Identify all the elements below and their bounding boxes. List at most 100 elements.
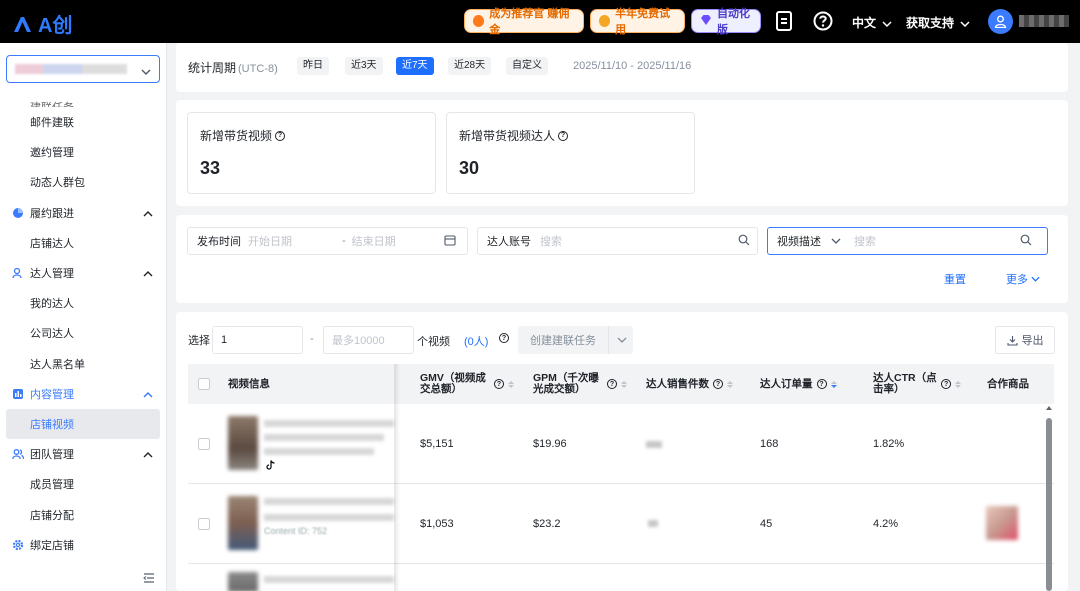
- search-icon[interactable]: [1020, 234, 1032, 249]
- selected-count: (0人): [464, 336, 489, 348]
- help-icon[interactable]: [813, 11, 833, 31]
- automation-version-button[interactable]: 自动化版: [691, 8, 761, 36]
- more-filters-button[interactable]: 更多: [1006, 271, 1040, 287]
- user-name-redacted: [1019, 15, 1069, 27]
- export-button[interactable]: 导出: [995, 326, 1055, 354]
- sidebar-item-shop-allocation[interactable]: 店铺分配: [0, 499, 166, 529]
- chevron-down-icon: [960, 16, 970, 30]
- description-search-input[interactable]: 搜索: [854, 233, 1020, 249]
- video-thumbnail[interactable]: [228, 416, 258, 470]
- period-chip-3days[interactable]: 近3天: [345, 57, 383, 75]
- sidebar-item-my-creators[interactable]: 我的达人: [0, 288, 166, 318]
- sidebar-item-outreach-task[interactable]: 建联任务: [0, 87, 166, 107]
- help-icon[interactable]: ?: [499, 333, 509, 343]
- table-row[interactable]: Content ID: 752 $1,053 $23.2 45 4.2%: [188, 484, 1054, 564]
- publish-date-range[interactable]: 发布时间 开始日期 - 结束日期: [187, 227, 468, 255]
- table-row[interactable]: [188, 564, 1054, 591]
- automation-version-label: 自动化版: [717, 8, 750, 36]
- sidebar-group-content-management[interactable]: 内容管理: [0, 379, 166, 409]
- row-checkbox[interactable]: [198, 404, 210, 484]
- creator-account-search[interactable]: 达人账号 搜索: [477, 227, 758, 255]
- chevron-down-icon[interactable]: [831, 235, 841, 247]
- shop-selector[interactable]: [6, 55, 160, 83]
- sidebar-item-company-creators[interactable]: 公司达人: [0, 318, 166, 348]
- chevron-down-icon[interactable]: [617, 334, 627, 346]
- sort-icon[interactable]: [508, 380, 514, 388]
- sidebar-group-label: 团队管理: [30, 449, 74, 462]
- user-avatar[interactable]: [988, 9, 1013, 34]
- help-icon[interactable]: ?: [607, 379, 617, 389]
- period-chip-yesterday[interactable]: 昨日: [297, 57, 329, 75]
- video-thumbnail[interactable]: [228, 496, 258, 550]
- sidebar-group-team-management[interactable]: 团队管理: [0, 439, 166, 469]
- sidebar-item-bind-shop[interactable]: 绑定店铺: [0, 530, 166, 560]
- help-icon[interactable]: ?: [494, 379, 504, 389]
- reset-button[interactable]: 重置: [944, 271, 966, 287]
- row-checkbox[interactable]: [198, 484, 210, 564]
- search-icon[interactable]: [738, 234, 750, 249]
- select-start-input[interactable]: 1: [212, 326, 303, 354]
- collapse-sidebar-icon[interactable]: [143, 572, 155, 586]
- sidebar-item-creator-blacklist[interactable]: 达人黑名单: [0, 349, 166, 379]
- help-icon[interactable]: ?: [816, 379, 827, 389]
- sidebar-item-shop-videos[interactable]: 店铺视频: [6, 408, 160, 440]
- support-menu[interactable]: 获取支持: [906, 14, 970, 31]
- sidebar-group-fulfillment[interactable]: 履约跟进: [0, 198, 166, 228]
- sidebar-item-dynamic-audience[interactable]: 动态人群包: [0, 167, 166, 197]
- sidebar-item-members[interactable]: 成员管理: [0, 469, 166, 499]
- select-label: 选择: [188, 326, 210, 354]
- col-creator-ctr[interactable]: 达人CTR（点击率）?: [873, 364, 961, 404]
- free-trial-button[interactable]: 半年免费试用: [590, 8, 685, 36]
- sort-icon[interactable]: [955, 380, 961, 388]
- help-icon[interactable]: ?: [941, 379, 951, 389]
- col-gmv[interactable]: GMV（视频成交总额）?: [420, 364, 516, 404]
- help-icon[interactable]: ?: [713, 379, 723, 389]
- header-label: 达人CTR（点击率）: [873, 372, 937, 395]
- party-icon: [599, 15, 611, 27]
- header-label: GMV（视频成交总额）: [420, 372, 486, 395]
- video-description-search[interactable]: 视频描述 搜索: [767, 227, 1048, 255]
- col-gpm[interactable]: GPM（千次曝光成交额）?: [533, 364, 631, 404]
- referral-promo-button[interactable]: 成为推荐官 赚佣金: [464, 8, 584, 36]
- period-chip-28days[interactable]: 近28天: [448, 57, 492, 75]
- sidebar-item-shop-creators[interactable]: 店铺达人: [0, 228, 166, 258]
- video-thumbnail[interactable]: [228, 572, 258, 591]
- creator-search-input[interactable]: 搜索: [540, 233, 738, 249]
- scroll-up-icon[interactable]: [1046, 406, 1052, 410]
- create-outreach-task-button[interactable]: 创建建联任务: [518, 326, 633, 354]
- product-thumbnail[interactable]: [986, 506, 1018, 540]
- sidebar: 建联任务 邮件建联 邀约管理 动态人群包 履约跟进 店铺达人 达人管理 我的达人…: [0, 43, 167, 591]
- col-creator-orders[interactable]: 达人订单量?: [760, 364, 837, 404]
- video-title-redacted: [264, 420, 394, 427]
- help-icon[interactable]: ?: [275, 130, 286, 141]
- select-max-input[interactable]: 最多10000: [323, 326, 414, 354]
- cell-ctr: 4.2%: [873, 518, 899, 530]
- description-field-select[interactable]: 视频描述: [768, 233, 821, 249]
- table-scrollbar[interactable]: [1046, 418, 1052, 591]
- col-creator-units-sold[interactable]: 达人销售件数?: [646, 364, 733, 404]
- end-date-input[interactable]: 结束日期: [352, 233, 444, 249]
- sidebar-item-label: 邮件建联: [30, 117, 74, 130]
- sidebar-item-invitation[interactable]: 邀约管理: [0, 137, 166, 167]
- document-icon[interactable]: [775, 11, 795, 31]
- gear-icon: [12, 539, 24, 551]
- period-chip-custom[interactable]: 自定义: [506, 57, 548, 75]
- calendar-icon[interactable]: [444, 234, 456, 249]
- header-label: 视频信息: [228, 377, 270, 390]
- start-date-input[interactable]: 开始日期: [248, 233, 342, 249]
- header-label: 达人销售件数: [646, 377, 709, 390]
- sort-icon[interactable]: [727, 380, 733, 388]
- language-select[interactable]: 中文: [852, 14, 892, 31]
- shop-name-redacted: [15, 64, 127, 74]
- table-row[interactable]: $5,151 $19.96 168 1.82%: [188, 404, 1054, 484]
- app-logo[interactable]: A创: [12, 9, 72, 38]
- sidebar-group-creator-management[interactable]: 达人管理: [0, 258, 166, 288]
- sort-icon[interactable]: [621, 380, 627, 388]
- chevron-up-icon: [143, 389, 153, 401]
- sort-desc-icon[interactable]: [830, 380, 837, 388]
- select-all-checkbox[interactable]: [198, 364, 210, 404]
- sidebar-item-email-outreach[interactable]: 邮件建联: [0, 107, 166, 137]
- period-title: 统计周期: [188, 61, 237, 75]
- help-icon[interactable]: ?: [558, 130, 569, 141]
- period-chip-7days[interactable]: 近7天: [396, 57, 434, 75]
